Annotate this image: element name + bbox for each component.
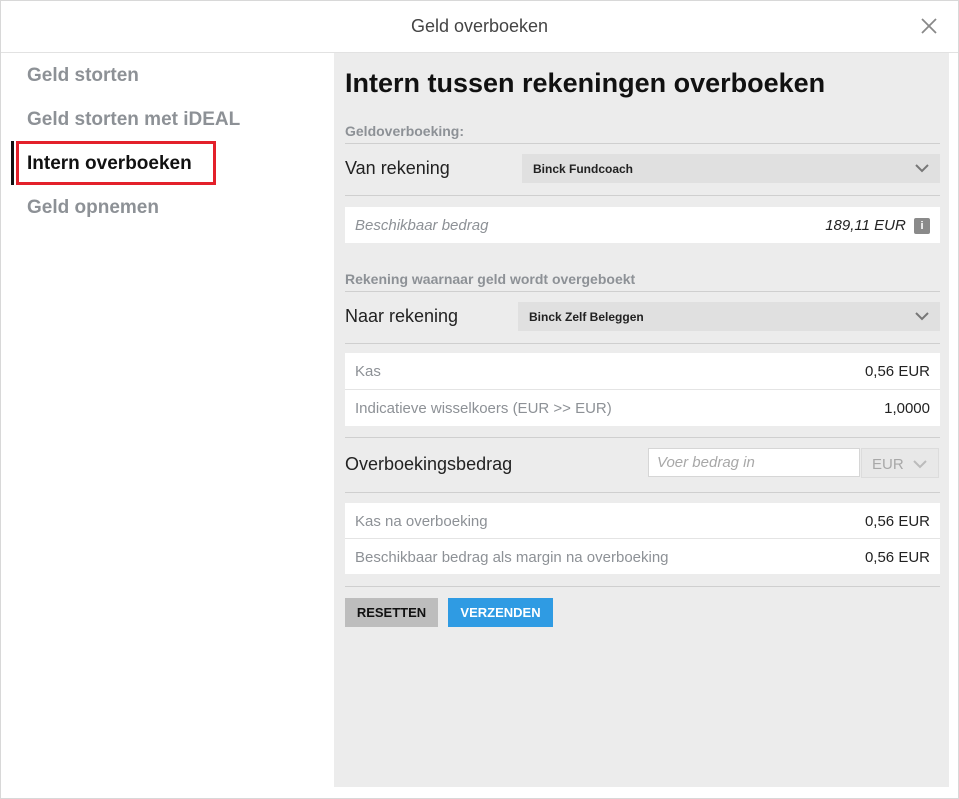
to-account-select[interactable]: Binck Zelf Beleggen (518, 302, 940, 331)
available-amount-value: 189,11 EUR (825, 217, 906, 234)
sidebar-item-geld-opnemen[interactable]: Geld opnemen (27, 197, 159, 219)
close-icon (921, 18, 937, 34)
to-account-value: Binck Zelf Beleggen (529, 310, 644, 324)
sidebar-item-intern-overboeken[interactable]: Intern overboeken (27, 153, 192, 175)
sidebar-active-indicator (11, 141, 14, 185)
available-amount-box: Beschikbaar bedrag 189,11 EUR i (345, 207, 940, 243)
amount-input[interactable] (648, 448, 860, 477)
divider (345, 291, 940, 292)
sidebar-item-geld-storten[interactable]: Geld storten (27, 65, 139, 87)
dialog-title: Geld overboeken (410, 16, 549, 36)
close-button[interactable] (916, 13, 942, 39)
section-label-to: Rekening waarnaar geld wordt overgeboekt (345, 271, 636, 287)
divider (345, 437, 940, 438)
from-account-select[interactable]: Binck Fundcoach (522, 154, 940, 183)
dialog-titlebar: Geld overboeken (1, 1, 958, 53)
detail-label: Kas na overboeking (355, 513, 488, 530)
from-account-value: Binck Fundcoach (533, 162, 634, 176)
reset-button[interactable]: RESETTEN (345, 598, 438, 627)
detail-label: Beschikbaar bedrag als margin na overboe… (355, 549, 669, 566)
send-button[interactable]: VERZENDEN (448, 598, 553, 627)
detail-value: 0,56 EUR (864, 549, 930, 566)
chevron-down-icon (913, 460, 927, 469)
detail-label: Kas (355, 363, 381, 380)
amount-label: Overboekingsbedrag (345, 454, 513, 474)
divider (345, 343, 940, 344)
transfer-form-panel: Intern tussen rekeningen overboeken Geld… (334, 53, 949, 787)
divider (345, 143, 940, 144)
detail-row: Kas na overboeking 0,56 EUR (345, 503, 940, 539)
detail-label: Indicatieve wisselkoers (EUR >> EUR) (355, 400, 612, 417)
available-amount-value-wrap: 189,11 EUR i (825, 217, 930, 235)
page-title: Intern tussen rekeningen overboeken (345, 68, 826, 98)
sidebar-item-geld-storten-ideal[interactable]: Geld storten met iDEAL (27, 109, 240, 131)
divider (345, 195, 940, 196)
to-account-details-box: Kas 0,56 EUR Indicatieve wisselkoers (EU… (345, 353, 940, 426)
available-amount-row: Beschikbaar bedrag 189,11 EUR i (345, 207, 940, 243)
divider (345, 492, 940, 493)
info-icon[interactable]: i (914, 218, 930, 235)
available-amount-label: Beschikbaar bedrag (355, 217, 489, 234)
chevron-down-icon (915, 164, 929, 173)
detail-row: Indicatieve wisselkoers (EUR >> EUR) 1,0… (345, 389, 940, 426)
section-label-from: Geldoverboeking: (345, 123, 465, 139)
detail-value: 0,56 EUR (864, 363, 930, 380)
detail-value: 1,0000 (884, 400, 930, 417)
to-account-label: Naar rekening (345, 306, 459, 326)
sidebar-nav: Geld storten Geld storten met iDEAL Inte… (1, 53, 333, 798)
detail-value: 0,56 EUR (864, 513, 930, 530)
detail-row: Beschikbaar bedrag als margin na overboe… (345, 538, 940, 575)
currency-value: EUR (872, 456, 904, 473)
after-transfer-box: Kas na overboeking 0,56 EUR Beschikbaar … (345, 503, 940, 574)
divider (345, 586, 940, 587)
currency-select[interactable]: EUR (861, 448, 939, 478)
chevron-down-icon (915, 312, 929, 321)
detail-row: Kas 0,56 EUR (345, 353, 940, 389)
from-account-label: Van rekening (345, 158, 450, 178)
transfer-dialog: Geld overboeken Geld storten Geld storte… (0, 0, 959, 799)
